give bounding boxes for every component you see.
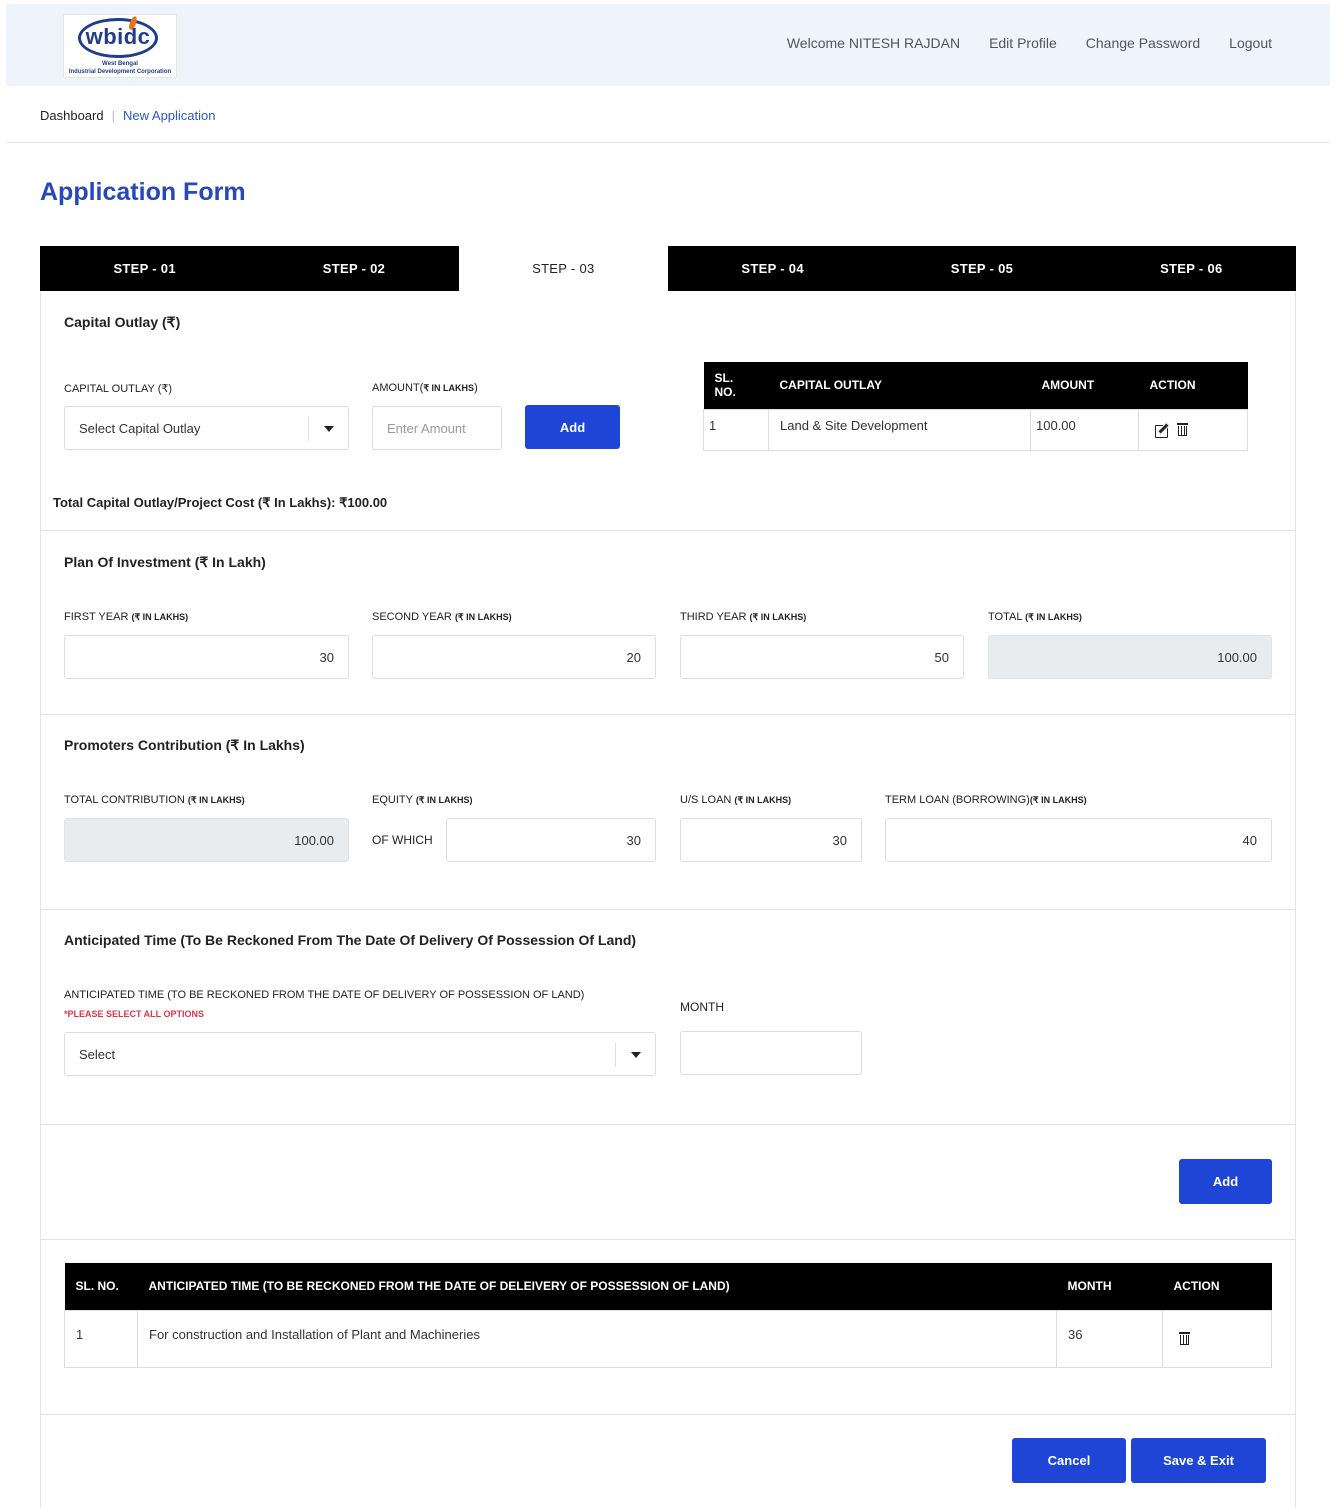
third-year-input[interactable]: 50	[680, 635, 964, 679]
cell-amount: 100.00	[1030, 408, 1139, 451]
divider	[40, 714, 1296, 715]
month-input[interactable]	[680, 1031, 862, 1075]
divider	[40, 1414, 1296, 1415]
col-sl-no: SL. NO.	[64, 1263, 138, 1310]
divider	[40, 530, 1296, 531]
tab-step-01[interactable]: STEP - 01	[40, 246, 249, 291]
divider	[40, 1239, 1296, 1240]
cell-outlay: Land & Site Development	[768, 408, 1031, 451]
breadcrumb-divider	[6, 142, 1330, 143]
second-year-label: SECOND YEAR (₹ IN LAKHS)	[372, 611, 512, 623]
capital-outlay-table: SL. NO. CAPITAL OUTLAY AMOUNT ACTION 1 L…	[703, 362, 1248, 451]
capital-outlay-table-header: SL. NO. CAPITAL OUTLAY AMOUNT ACTION	[703, 362, 1248, 409]
table-row: 1 Land & Site Development 100.00	[703, 408, 1248, 451]
page-title: Application Form	[40, 178, 246, 206]
month-label: MONTH	[680, 1000, 724, 1014]
capital-outlay-title: Capital Outlay (₹)	[64, 314, 181, 330]
anticipated-time-dropdown[interactable]	[615, 1043, 655, 1067]
logo-text: wbidc	[85, 24, 151, 49]
third-year-label: THIRD YEAR (₹ IN LAKHS)	[680, 611, 807, 623]
first-year-label: FIRST YEAR (₹ IN LAKHS)	[64, 611, 189, 623]
promoters-contribution-title: Promoters Contribution (₹ In Lakhs)	[64, 737, 305, 753]
required-note: *PLEASE SELECT ALL OPTIONS	[64, 1009, 205, 1019]
trash-icon[interactable]	[1177, 423, 1188, 437]
anticipated-time-select-value: Select	[79, 1046, 116, 1062]
first-year-input[interactable]: 30	[64, 635, 349, 679]
table-row: 1 For construction and Installation of P…	[64, 1309, 1272, 1368]
cancel-button[interactable]: Cancel	[1012, 1438, 1126, 1483]
breadcrumb-dashboard[interactable]: Dashboard	[40, 108, 104, 123]
anticipated-time-table: SL. NO. ANTICIPATED TIME (TO BE RECKONED…	[64, 1263, 1272, 1368]
breadcrumb-new-application[interactable]: New Application	[123, 108, 216, 123]
total-contribution-field: 100.00	[64, 818, 349, 862]
second-year-input[interactable]: 20	[372, 635, 656, 679]
cell-sl: 1	[703, 408, 769, 451]
cell-sl: 1	[64, 1309, 138, 1368]
welcome-user: Welcome NITESH RAJDAN	[786, 35, 961, 51]
anticipated-time-select[interactable]: Select	[64, 1032, 656, 1076]
term-loan-input[interactable]: 40	[885, 818, 1272, 862]
chevron-down-icon	[630, 1052, 641, 1058]
change-password-link[interactable]: Change Password	[1086, 35, 1200, 51]
wbidc-logo[interactable]: wbidc West Bengal Industrial Development…	[63, 14, 177, 78]
divider	[40, 909, 1296, 910]
anticipated-time-table-header: SL. NO. ANTICIPATED TIME (TO BE RECKONED…	[64, 1263, 1272, 1310]
equity-input[interactable]: 30	[446, 818, 656, 862]
capital-outlay-dropdown[interactable]	[308, 417, 348, 441]
breadcrumb: Dashboard | New Application	[40, 108, 216, 123]
edit-icon[interactable]	[1155, 423, 1169, 439]
breadcrumb-separator: |	[111, 108, 115, 123]
amount-label: AMOUNT(₹ IN LAKHS)	[372, 382, 478, 394]
anticipated-time-title: Anticipated Time (To Be Reckoned From Th…	[64, 932, 637, 948]
term-loan-label: TERM LOAN (BORROWING)(₹ IN LAKHS)	[885, 794, 1087, 806]
col-action: ACTION	[1162, 1263, 1272, 1310]
us-loan-label: U/S LOAN (₹ IN LAKHS)	[680, 794, 792, 806]
cell-month: 36	[1056, 1309, 1163, 1368]
tab-step-02[interactable]: STEP - 02	[249, 246, 458, 291]
tab-step-03[interactable]: STEP - 03	[458, 246, 668, 291]
capital-outlay-label: CAPITAL OUTLAY (₹)	[64, 383, 173, 395]
edit-profile-link[interactable]: Edit Profile	[989, 35, 1057, 51]
total-investment-field: 100.00	[988, 635, 1272, 679]
col-month: MONTH	[1056, 1263, 1163, 1310]
plan-of-investment-title: Plan Of Investment (₹ In Lakh)	[64, 554, 266, 570]
add-capital-outlay-button[interactable]: Add	[525, 405, 620, 449]
tab-step-04[interactable]: STEP - 04	[668, 246, 877, 291]
col-sl-no: SL. NO.	[703, 362, 769, 409]
col-anticipated-time: ANTICIPATED TIME (TO BE RECKONED FROM TH…	[137, 1263, 1057, 1310]
cell-action	[1138, 408, 1248, 451]
logo-subtitle: West Bengal	[102, 61, 138, 67]
top-header: wbidc West Bengal Industrial Development…	[6, 4, 1330, 86]
col-action: ACTION	[1138, 362, 1248, 409]
add-anticipated-time-button[interactable]: Add	[1179, 1159, 1272, 1204]
logout-link[interactable]: Logout	[1229, 35, 1272, 51]
step-tabs: STEP - 01 STEP - 02 STEP - 03 STEP - 04 …	[40, 246, 1296, 291]
tab-step-05[interactable]: STEP - 05	[877, 246, 1086, 291]
trash-icon[interactable]	[1179, 1332, 1190, 1346]
divider	[40, 1124, 1296, 1125]
equity-label: EQUITY (₹ IN LAKHS)	[372, 794, 473, 806]
capital-outlay-select-value: Select Capital Outlay	[79, 420, 201, 436]
save-exit-button[interactable]: Save & Exit	[1131, 1438, 1266, 1483]
capital-outlay-select[interactable]: Select Capital Outlay	[64, 406, 349, 450]
tab-step-06[interactable]: STEP - 06	[1087, 246, 1296, 291]
amount-input[interactable]: Enter Amount	[372, 406, 502, 450]
col-amount: AMOUNT	[1030, 362, 1139, 409]
total-investment-label: TOTAL (₹ IN LAKHS)	[988, 611, 1082, 623]
col-capital-outlay: CAPITAL OUTLAY	[768, 362, 1031, 409]
total-contribution-label: TOTAL CONTRIBUTION (₹ IN LAKHS)	[64, 794, 245, 806]
top-nav: Welcome NITESH RAJDAN Edit Profile Chang…	[787, 35, 1272, 51]
chevron-down-icon	[323, 426, 334, 432]
anticipated-time-label: ANTICIPATED TIME (TO BE RECKONED FROM TH…	[64, 989, 585, 1001]
cell-time: For construction and Installation of Pla…	[137, 1309, 1057, 1368]
us-loan-input[interactable]: 30	[680, 818, 862, 862]
logo-subtitle-2: Industrial Development Corporation	[68, 69, 172, 75]
cell-action	[1162, 1309, 1272, 1368]
total-capital-outlay: Total Capital Outlay/Project Cost (₹ In …	[53, 495, 388, 510]
of-which-label: OF WHICH	[372, 833, 433, 847]
